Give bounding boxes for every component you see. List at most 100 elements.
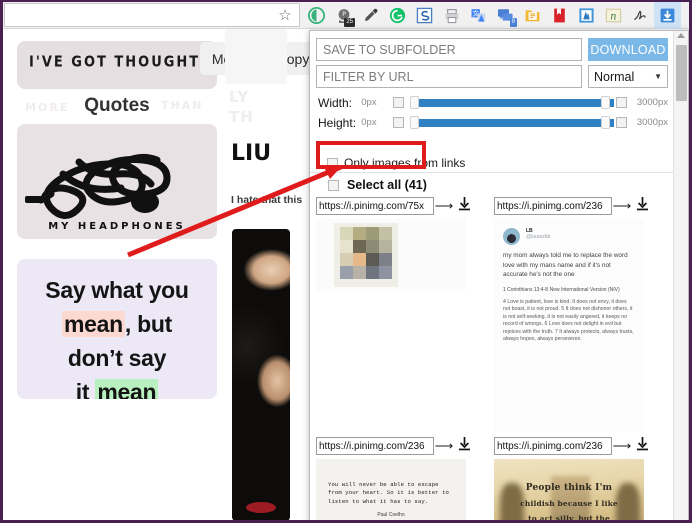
download-arrow-icon[interactable]	[632, 197, 652, 216]
arrow-right-icon[interactable]: ⟶	[612, 438, 632, 454]
mode-select[interactable]: Normal ▼	[588, 65, 668, 88]
svg-text:P: P	[342, 11, 346, 18]
scrollbar-thumb[interactable]	[676, 45, 687, 101]
result-thumbnail[interactable]: People think I'm childish because I like…	[494, 459, 644, 522]
extension-scribd-icon[interactable]	[411, 2, 438, 29]
popup-scrollbar[interactable]	[673, 31, 688, 522]
typewriter-quote-text: You will never be able to escape from yo…	[328, 481, 454, 506]
result-thumbnail[interactable]: You will never be able to escape from yo…	[316, 459, 466, 522]
photo-quote-caption: People think I'm childish because I like…	[494, 481, 644, 522]
bible-reference-text: 1 Corinthians 13:4-8	[503, 287, 548, 293]
pin-headphones-caption: MY HEADPHONES	[17, 221, 217, 232]
pin-thoughts-card[interactable]: I'VE GOT THOUGHTS	[17, 41, 217, 89]
extension-blue-square-icon[interactable]	[573, 2, 600, 29]
pin-say-what-you-mean-card[interactable]: Say what you mean, but don’t say it mean	[17, 259, 217, 399]
height-slider[interactable]	[410, 116, 609, 129]
height-label: Height:	[318, 116, 361, 130]
download-arrow-icon[interactable]	[454, 437, 474, 456]
extension-google-translate-icon[interactable]: 文	[465, 2, 492, 29]
tweet-handle: @laurazbb	[526, 234, 550, 241]
width-label: Width:	[318, 96, 361, 110]
mid-ghost-text-2: TH	[229, 109, 254, 125]
download-arrow-icon[interactable]	[454, 197, 474, 216]
pin-thoughts-text: I'VE GOT THOUGHTS	[29, 54, 212, 71]
result-item: https://i.pinimg.com/236 ⟶ You will neve…	[316, 437, 488, 522]
height-slider-handle-min[interactable]	[410, 116, 419, 129]
say-it: it	[76, 379, 89, 399]
extension-eyedropper-icon[interactable]	[357, 2, 384, 29]
save-to-subfolder-input[interactable]: SAVE TO SUBFOLDER	[316, 38, 582, 61]
say-line-4: it mean	[17, 379, 217, 399]
tweet-body: my mom always told me to replace the wor…	[503, 251, 635, 280]
mid-ghost-text-1: LY	[229, 89, 249, 105]
width-slider-handle-min[interactable]	[410, 96, 419, 109]
result-item: https://i.pinimg.com/236 ⟶ People think …	[494, 437, 666, 522]
extension-signature-icon[interactable]	[627, 2, 654, 29]
width-slider-track	[418, 99, 614, 107]
result-url-field[interactable]: https://i.pinimg.com/75x	[316, 197, 434, 215]
bible-reference: 1 Corinthians 13:4-8 New International V…	[503, 286, 635, 294]
scroll-up-arrow-icon[interactable]	[677, 33, 685, 38]
pin-headphones-card[interactable]: MY HEADPHONES	[17, 124, 217, 239]
select-all-option[interactable]: Select all (41)	[328, 178, 427, 192]
result-url-field[interactable]: https://i.pinimg.com/236	[316, 437, 434, 455]
filter-row: FILTER BY URL Normal ▼	[316, 65, 668, 88]
arrow-right-icon[interactable]: ⟶	[434, 198, 454, 214]
extension-evernote-clipper-icon[interactable]: P 25	[330, 2, 357, 29]
say-line-2: mean, but	[17, 311, 217, 338]
tweet-header: LB @laurazbb	[503, 228, 635, 245]
height-max-checkbox[interactable]	[616, 117, 627, 128]
only-images-from-links-checkbox[interactable]	[327, 158, 338, 169]
svg-text:n: n	[610, 11, 616, 22]
download-button[interactable]: DOWNLOAD	[588, 38, 668, 61]
extension-notes-folder-icon[interactable]	[519, 2, 546, 29]
only-images-from-links-option[interactable]: Only images from links	[327, 156, 465, 170]
result-url-field[interactable]: https://i.pinimg.com/236	[494, 437, 612, 455]
bible-version: New International Version (NIV)	[550, 287, 620, 293]
result-url-row: https://i.pinimg.com/236 ⟶	[316, 437, 488, 455]
board-title: Quotes	[17, 95, 217, 117]
extension-comments-icon[interactable]: 9	[492, 2, 519, 29]
width-slider-row: Width: 0px 3000px	[318, 93, 668, 112]
arrow-right-icon[interactable]: ⟶	[612, 198, 632, 214]
result-url-row: https://i.pinimg.com/236 ⟶	[494, 437, 666, 455]
mode-select-value: Normal	[594, 70, 634, 84]
result-thumbnail[interactable]	[316, 219, 466, 291]
download-arrow-icon[interactable]	[632, 437, 652, 456]
avatar	[503, 228, 520, 245]
width-min-checkbox[interactable]	[393, 97, 404, 108]
select-all-checkbox[interactable]	[328, 180, 339, 191]
extension-pocket-icon[interactable]	[303, 2, 330, 29]
caption-line-1: People think I'm	[494, 481, 644, 496]
say-but: , but	[125, 311, 172, 337]
filter-by-url-input[interactable]: FILTER BY URL	[316, 65, 582, 88]
width-slider-handle-max[interactable]	[601, 96, 610, 109]
caption-line-2: childish because I like	[494, 496, 644, 511]
width-max-value: 3000px	[627, 97, 668, 108]
extension-red-book-icon[interactable]	[546, 2, 573, 29]
extension-toolbar: P 25 文 9	[303, 2, 681, 29]
say-mean-highlight: mean	[62, 311, 125, 337]
height-slider-row: Height: 0px 3000px	[318, 113, 668, 132]
result-item: https://i.pinimg.com/75x ⟶	[316, 197, 488, 291]
extension-grammarly-icon[interactable]	[384, 2, 411, 29]
extension-notion-icon[interactable]: n	[600, 2, 627, 29]
mid-hate-text: I hate that this	[231, 194, 302, 206]
pin-portrait-photo[interactable]	[232, 229, 290, 521]
extension-print-friendly-icon[interactable]	[438, 2, 465, 29]
height-min-checkbox[interactable]	[393, 117, 404, 128]
extension-image-downloader-icon[interactable]	[654, 2, 681, 29]
result-url-row: https://i.pinimg.com/236 ⟶	[494, 197, 666, 215]
mid-column-top-card[interactable]	[225, 29, 287, 84]
height-slider-handle-max[interactable]	[601, 116, 610, 129]
bookmark-star-icon[interactable]: ☆	[277, 8, 293, 24]
result-url-row: https://i.pinimg.com/75x ⟶	[316, 197, 488, 215]
height-max-value: 3000px	[627, 117, 668, 128]
width-slider[interactable]	[410, 96, 609, 109]
result-url-field[interactable]: https://i.pinimg.com/236	[494, 197, 612, 215]
address-bar[interactable]: ☆	[4, 3, 300, 27]
arrow-right-icon[interactable]: ⟶	[434, 438, 454, 454]
subfolder-row: SAVE TO SUBFOLDER DOWNLOAD	[316, 38, 668, 61]
width-max-checkbox[interactable]	[616, 97, 627, 108]
result-thumbnail[interactable]: LB @laurazbb my mom always told me to re…	[494, 219, 644, 431]
